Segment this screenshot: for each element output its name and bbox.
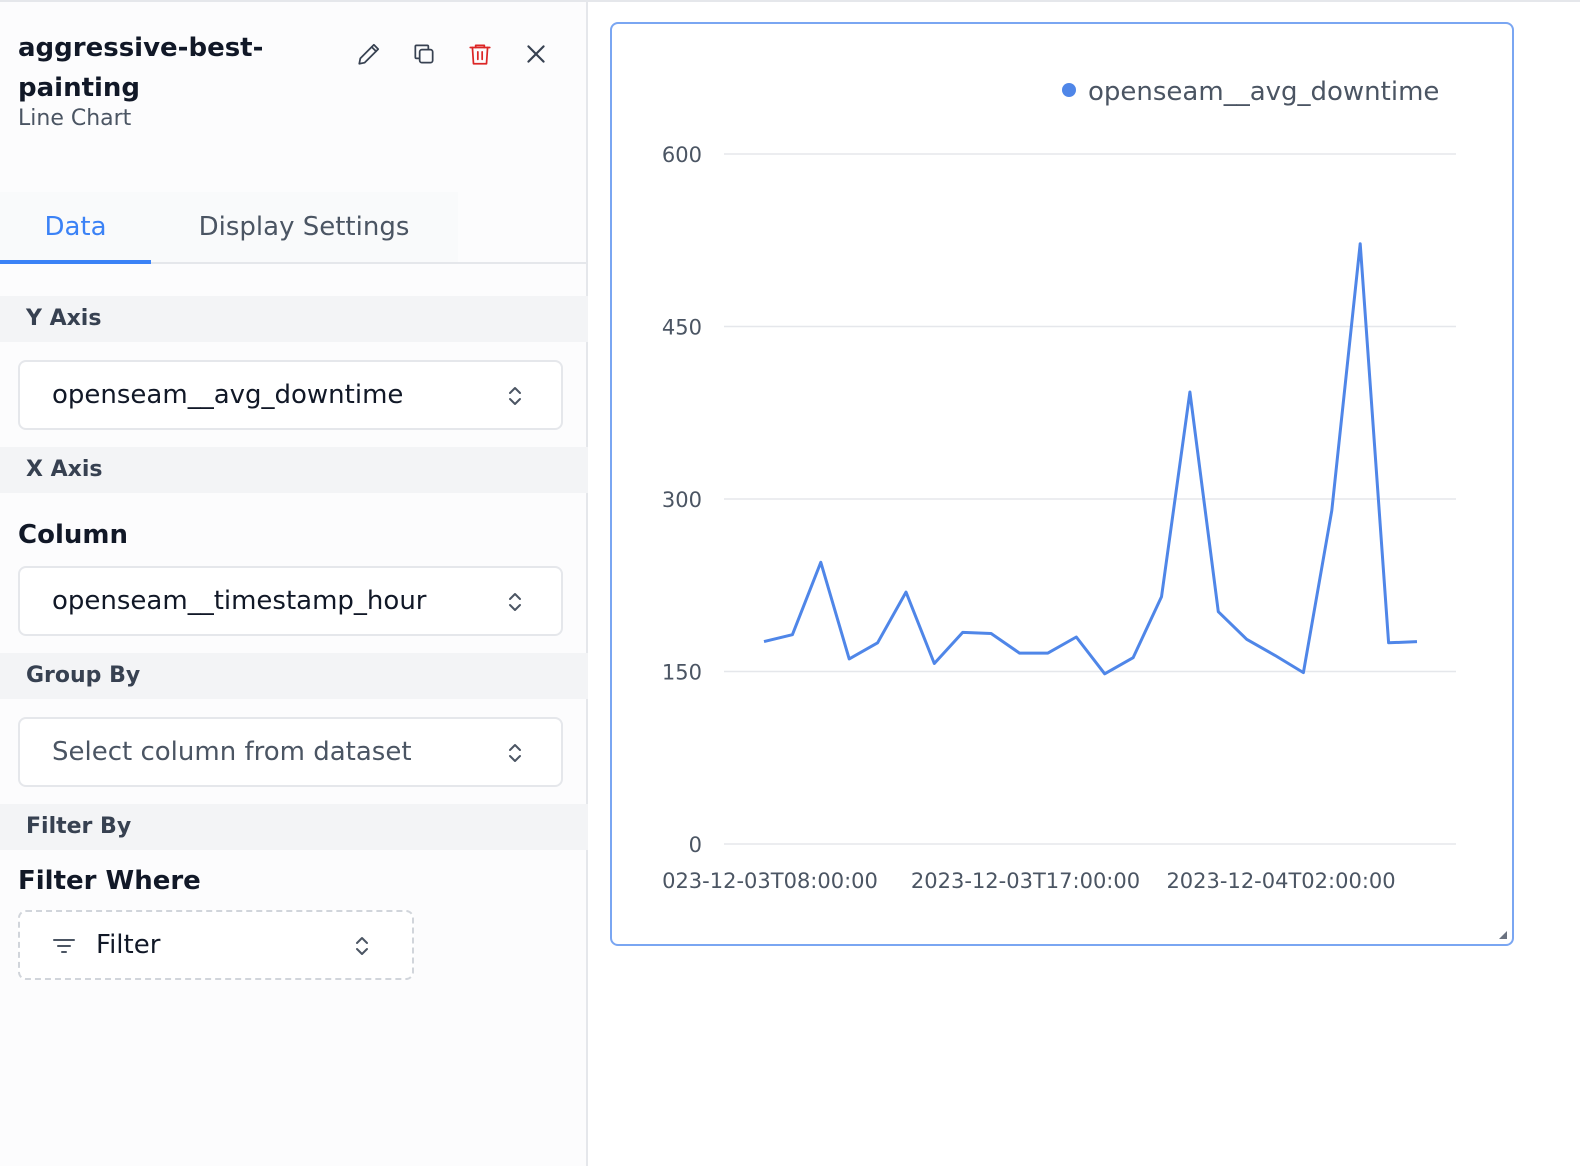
line-chart: 0 150 300 450 600 023-12-03T08:00:00 2023-12-… bbox=[662, 77, 1456, 893]
chevron-up-down-icon bbox=[509, 593, 521, 611]
y-tick-label: 300 bbox=[662, 488, 702, 512]
filter-where-label: Filter Where bbox=[18, 866, 201, 896]
tab-display-settings[interactable]: Display Settings bbox=[151, 192, 457, 262]
x-tick-label: 023-12-03T08:00:00 bbox=[662, 869, 878, 893]
edit-button[interactable] bbox=[349, 34, 389, 74]
pencil-icon bbox=[358, 43, 380, 65]
tab-bar: Data Display Settings bbox=[0, 192, 588, 264]
y-tick-label: 600 bbox=[662, 143, 702, 167]
chevron-up-down-icon bbox=[356, 937, 368, 955]
legend-marker bbox=[1062, 83, 1076, 97]
series-line-openseam-avg-downtime[interactable] bbox=[763, 242, 1418, 676]
close-icon bbox=[527, 45, 545, 63]
resize-handle-icon[interactable] bbox=[1498, 930, 1508, 940]
x-axis-column-label: Column bbox=[18, 520, 128, 550]
x-axis-select[interactable]: openseam__timestamp_hour bbox=[18, 566, 563, 636]
group-by-placeholder: Select column from dataset bbox=[52, 737, 412, 767]
duplicate-button[interactable] bbox=[404, 34, 444, 74]
y-tick-label: 450 bbox=[662, 316, 702, 340]
filter-lines-icon bbox=[53, 939, 75, 953]
close-button[interactable] bbox=[516, 34, 556, 74]
group-by-header: Group By bbox=[0, 653, 588, 699]
x-axis-value: openseam__timestamp_hour bbox=[52, 586, 427, 616]
copy-icon bbox=[414, 44, 434, 64]
filter-button-label: Filter bbox=[96, 930, 161, 960]
group-by-select[interactable]: Select column from dataset bbox=[18, 717, 563, 787]
y-axis-value: openseam__avg_downtime bbox=[52, 380, 404, 410]
chart-config-panel: aggressive-best-painting Line Chart Data… bbox=[0, 2, 588, 1166]
y-axis-select[interactable]: openseam__avg_downtime bbox=[18, 360, 563, 430]
filter-button[interactable]: Filter bbox=[18, 910, 414, 980]
filter-by-header: Filter By bbox=[0, 804, 588, 850]
x-tick-label: 2023-12-04T02:00:00 bbox=[1166, 869, 1395, 893]
y-axis-header: Y Axis bbox=[0, 296, 588, 342]
legend-label[interactable]: openseam__avg_downtime bbox=[1088, 77, 1439, 107]
y-tick-label: 0 bbox=[689, 833, 702, 857]
chart-title: aggressive-best-painting bbox=[18, 33, 264, 103]
x-axis-header: X Axis bbox=[0, 447, 588, 493]
y-tick-label: 150 bbox=[662, 661, 702, 685]
tab-data[interactable]: Data bbox=[0, 192, 151, 264]
trash-icon bbox=[469, 44, 491, 65]
chart-card[interactable]: 0 150 300 450 600 023-12-03T08:00:00 2023-12-… bbox=[610, 22, 1514, 946]
x-tick-label: 2023-12-03T17:00:00 bbox=[911, 869, 1140, 893]
chevron-up-down-icon bbox=[509, 744, 521, 762]
chevron-up-down-icon bbox=[509, 387, 521, 405]
chart-type-label: Line Chart bbox=[18, 106, 132, 131]
delete-button[interactable] bbox=[460, 34, 500, 74]
